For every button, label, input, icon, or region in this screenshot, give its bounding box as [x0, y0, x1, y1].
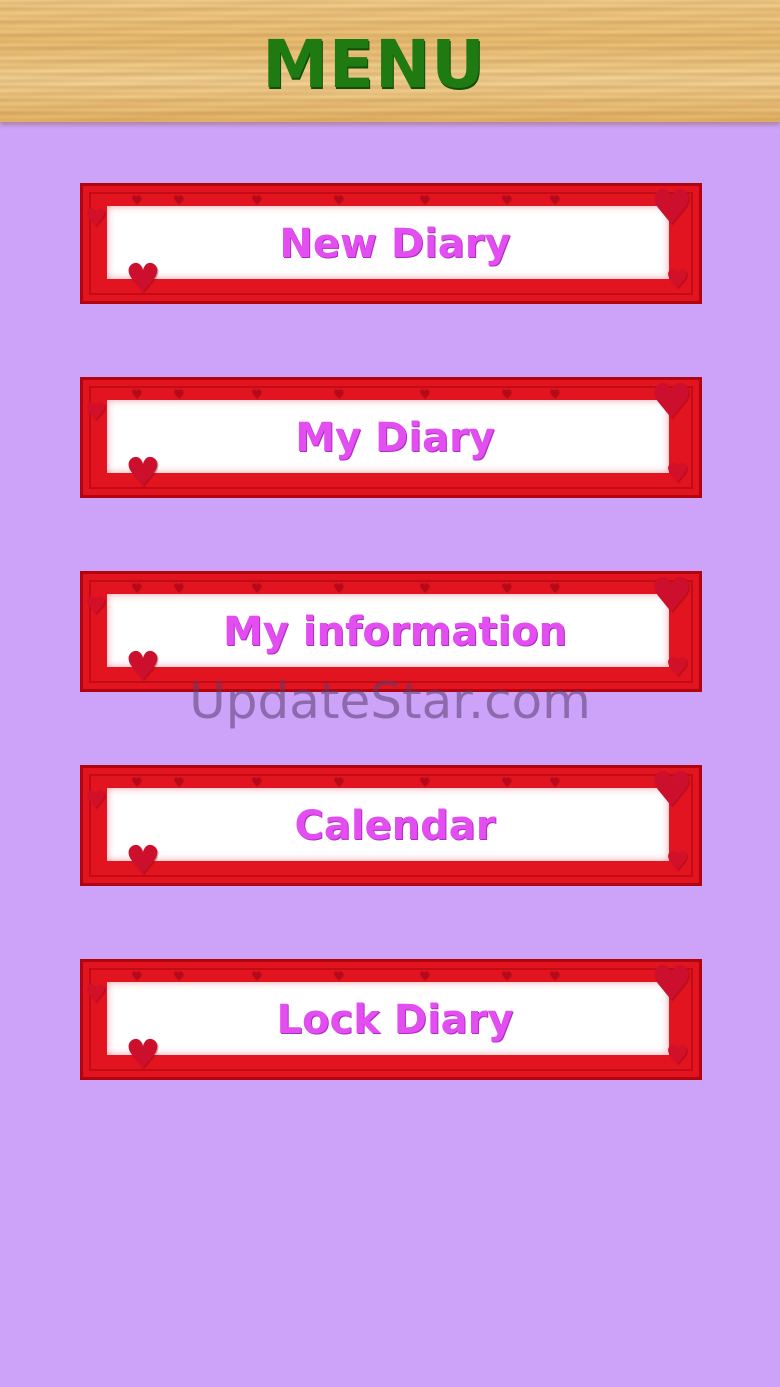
heart-icon: ♥ [665, 1041, 689, 1071]
heart-icon: ♥ [125, 1032, 161, 1078]
calendar-button[interactable]: ♥ ♥ ♥ ♥ ♥ ♥ ♥ Calendar ♥ ♥ ♥ ♥ [80, 765, 702, 886]
heart-icon: ♥ [85, 592, 107, 620]
my-information-label: My information [222, 608, 568, 655]
new-diary-button[interactable]: ♥ ♥ ♥ ♥ ♥ ♥ ♥ New Diary ♥ ♥ ♥ ♥ [80, 183, 702, 304]
heart-icon: ♥ [665, 653, 689, 683]
main-menu: ♥ ♥ ♥ ♥ ♥ ♥ ♥ New Diary ♥ ♥ ♥ ♥ ♥ ♥ ♥ ♥ … [80, 183, 702, 1153]
heart-icon: ♥ [649, 374, 693, 430]
heart-icon: ♥ [85, 204, 107, 232]
heart-icon: ♥ [85, 980, 107, 1008]
heart-icon: ♥ [125, 644, 161, 690]
heart-icon: ♥ [665, 265, 689, 295]
my-information-button[interactable]: ♥ ♥ ♥ ♥ ♥ ♥ ♥ My information ♥ ♥ ♥ ♥ [80, 571, 702, 692]
lock-diary-button[interactable]: ♥ ♥ ♥ ♥ ♥ ♥ ♥ Lock Diary ♥ ♥ ♥ ♥ [80, 959, 702, 1080]
my-diary-button[interactable]: ♥ ♥ ♥ ♥ ♥ ♥ ♥ My Diary ♥ ♥ ♥ ♥ [80, 377, 702, 498]
heart-icon: ♥ [125, 256, 161, 302]
heart-icon: ♥ [665, 847, 689, 877]
heart-icon: ♥ [125, 450, 161, 496]
wooden-header: MENU [0, 0, 780, 122]
lock-diary-label: Lock Diary [276, 996, 514, 1043]
my-diary-label: My Diary [295, 414, 495, 461]
new-diary-label: New Diary [279, 220, 511, 267]
heart-icon: ♥ [85, 786, 107, 814]
heart-icon: ♥ [649, 180, 693, 236]
page-title: MENU [262, 26, 486, 103]
heart-icon: ♥ [649, 762, 693, 818]
heart-icon: ♥ [649, 956, 693, 1012]
heart-icon: ♥ [85, 398, 107, 426]
heart-icon: ♥ [649, 568, 693, 624]
heart-icon: ♥ [665, 459, 689, 489]
calendar-label: Calendar [294, 802, 496, 849]
heart-icon: ♥ [125, 838, 161, 884]
